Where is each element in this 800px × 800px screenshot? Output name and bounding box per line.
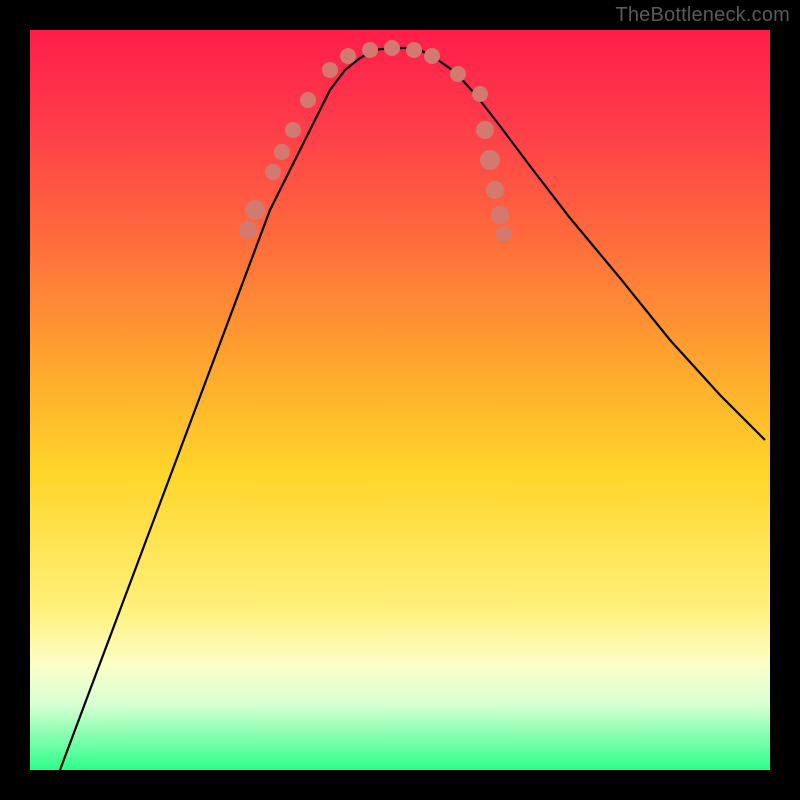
data-point-dot: [285, 122, 301, 138]
data-point-dot: [450, 66, 466, 82]
data-point-dot: [239, 221, 257, 239]
data-point-dot: [245, 200, 265, 220]
bottleneck-curve-line: [60, 48, 765, 770]
chart-frame: [30, 30, 770, 770]
data-point-dot: [362, 42, 378, 58]
bottleneck-curve-dots: [239, 40, 512, 242]
data-point-dot: [486, 181, 504, 199]
data-point-dot: [472, 86, 488, 102]
data-point-dot: [496, 226, 512, 242]
data-point-dot: [406, 42, 422, 58]
data-point-dot: [300, 92, 316, 108]
data-point-dot: [384, 40, 400, 56]
data-point-dot: [491, 206, 509, 224]
bottleneck-chart: [30, 30, 770, 770]
data-point-dot: [424, 48, 440, 64]
data-point-dot: [340, 48, 356, 64]
data-point-dot: [480, 150, 500, 170]
data-point-dot: [265, 164, 281, 180]
data-point-dot: [322, 62, 338, 78]
data-point-dot: [476, 121, 494, 139]
watermark-text: TheBottleneck.com: [615, 4, 790, 27]
data-point-dot: [274, 144, 290, 160]
